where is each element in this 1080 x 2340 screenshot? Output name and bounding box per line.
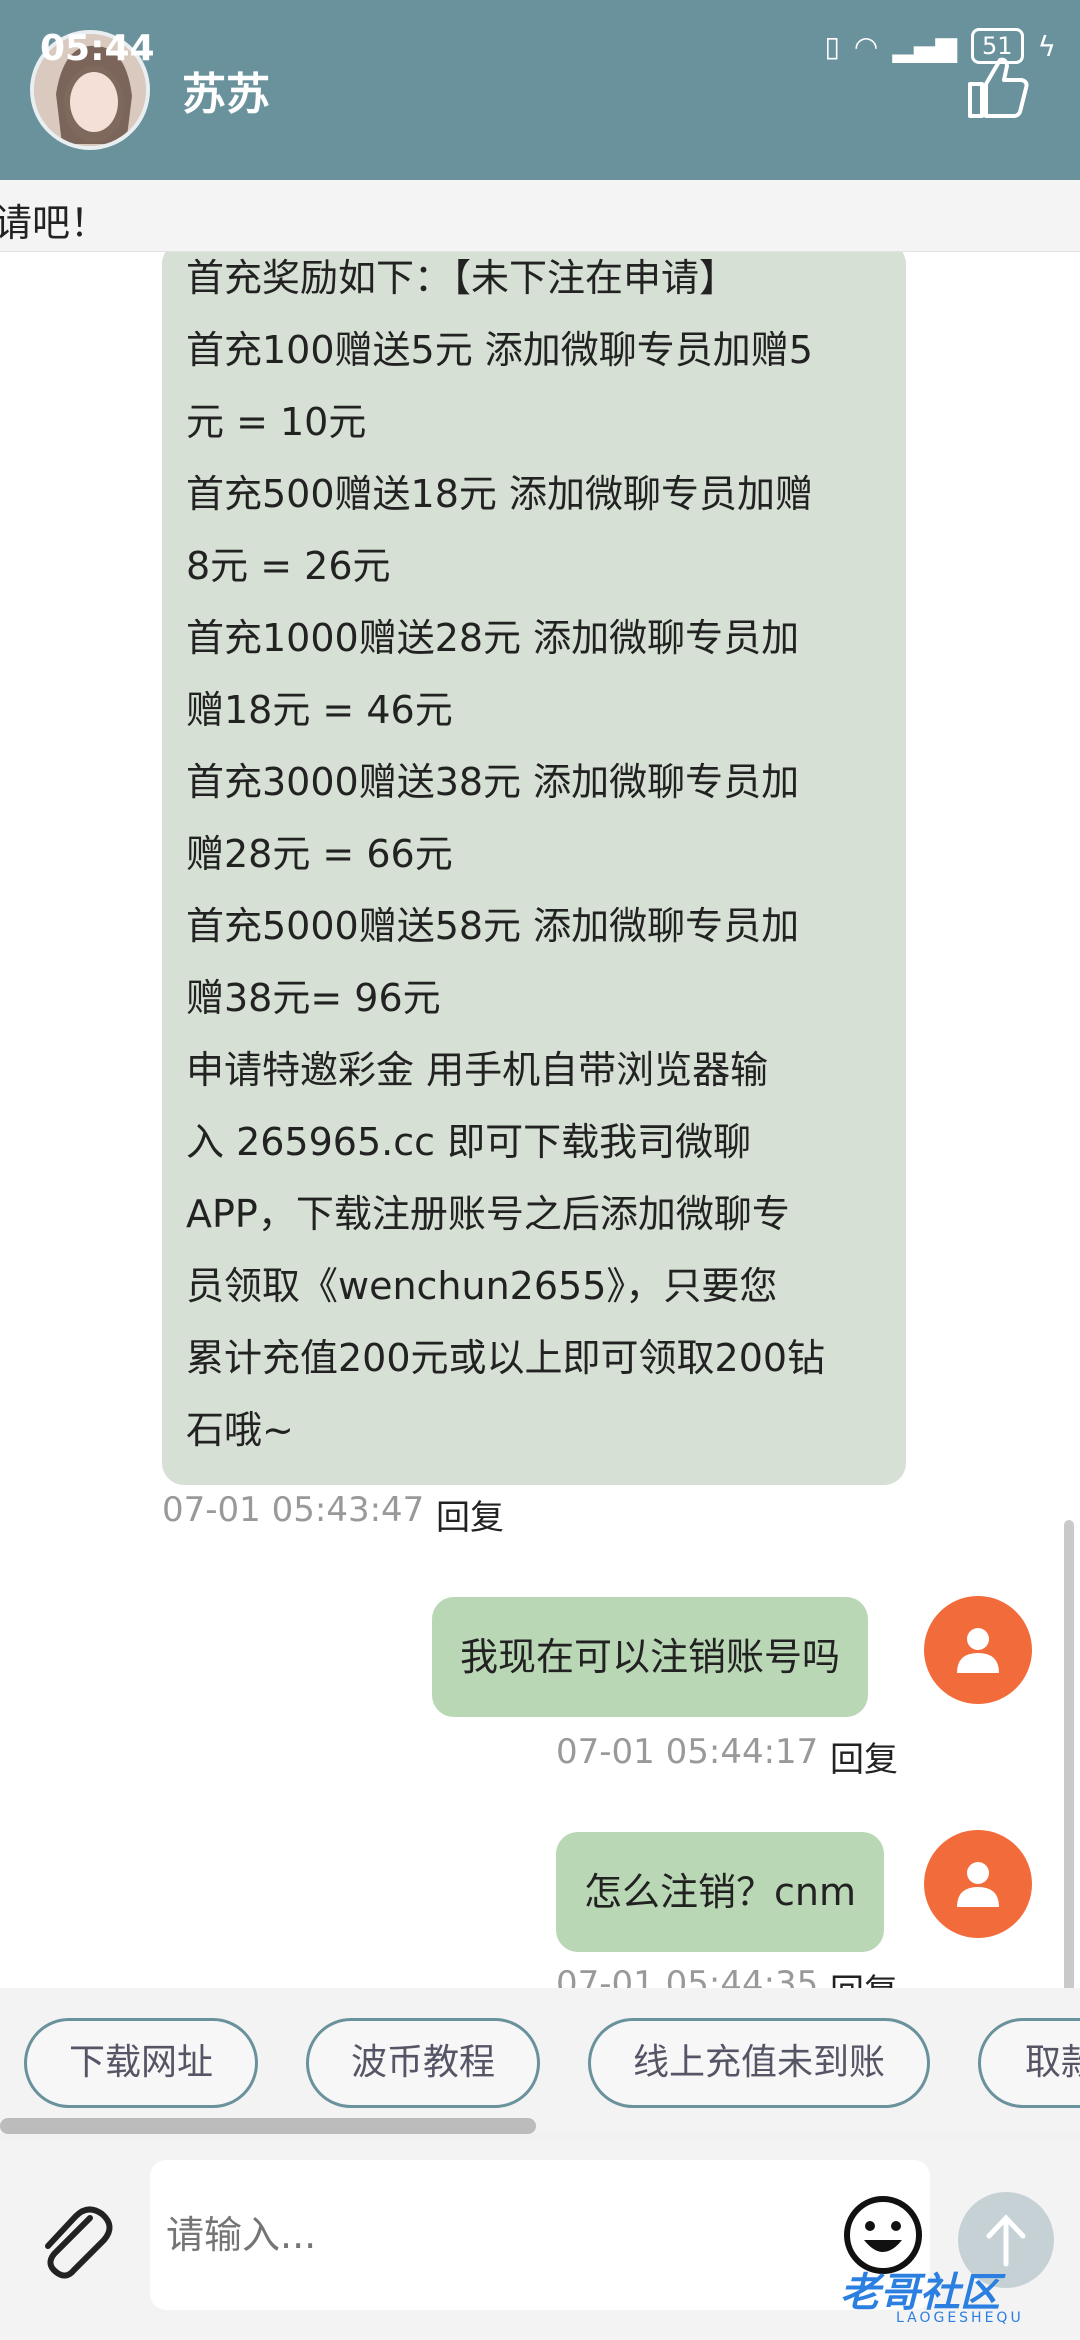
user-avatar[interactable] — [924, 1596, 1032, 1704]
message-line: 首充500赠送18元 添加微聊专员加赠 — [186, 472, 813, 516]
message-line: 首充3000赠送38元 添加微聊专员加 — [186, 760, 800, 804]
wifi-icon: ◠ — [853, 29, 879, 63]
outgoing-message-bubble: 我现在可以注销账号吗 — [432, 1597, 869, 1717]
message-line: 赠28元 = 66元 — [186, 832, 453, 876]
quick-reply-download-url[interactable]: 下载网址 — [24, 2018, 258, 2108]
message-line: 赠18元 = 46元 — [186, 688, 453, 732]
charging-icon: ϟ — [1037, 29, 1056, 63]
quick-reply-scrollbar[interactable] — [0, 2118, 536, 2134]
outgoing-message-time: 07-01 05:44:17 — [556, 1732, 819, 1772]
outgoing-message-bubble: 怎么注销？cnm — [556, 1832, 884, 1952]
notice-text: 请吧！ — [0, 201, 109, 245]
watermark-subtext: LAOGESHEQU — [896, 2310, 1024, 2326]
reply-button[interactable]: 回复 — [436, 1490, 504, 1539]
notice-strip: 请吧！ — [0, 180, 1080, 252]
quick-reply-withdraw[interactable]: 取款 — [978, 2018, 1080, 2108]
message-line: 入 265965.cc 即可下载我司微聊 — [186, 1120, 752, 1164]
chat-scrollbar[interactable] — [1064, 1520, 1074, 1988]
thumbs-up-icon[interactable] — [962, 52, 1032, 122]
reply-button[interactable]: 回复 — [830, 1732, 898, 1781]
message-line: 8元 = 26元 — [186, 544, 391, 588]
message-line: 首充100赠送5元 添加微聊专员加赠5 — [186, 328, 813, 372]
incoming-message-time: 07-01 05:43:47 — [162, 1490, 425, 1530]
person-icon — [957, 1628, 999, 1673]
message-line: 员领取《wenchun2655》，只要您 — [186, 1264, 778, 1308]
message-line: 元 = 10元 — [186, 400, 367, 444]
status-time: 05:44 — [40, 28, 155, 69]
message-line: 首充1000赠送28元 添加微聊专员加 — [186, 616, 800, 660]
message-line: 石哦~ — [186, 1408, 294, 1452]
message-input[interactable] — [150, 2160, 930, 2310]
chat-title: 苏苏 — [182, 69, 270, 120]
reply-button[interactable]: 回复 — [830, 1964, 898, 1988]
attachment-icon[interactable] — [32, 2200, 118, 2286]
quick-reply-coin-tutorial[interactable]: 波币教程 — [306, 2018, 540, 2108]
chat-area[interactable]: 首充奖励如下：【未下注在申请】 首充100赠送5元 添加微聊专员加赠5 元 = … — [0, 252, 1080, 1988]
message-line: 首充5000赠送58元 添加微聊专员加 — [186, 904, 800, 948]
user-avatar[interactable] — [924, 1830, 1032, 1938]
incoming-message-bubble: 首充奖励如下：【未下注在申请】 首充100赠送5元 添加微聊专员加赠5 元 = … — [162, 252, 906, 1485]
message-line: 首充奖励如下：【未下注在申请】 — [186, 256, 738, 300]
vibrate-icon: ▯ — [824, 29, 840, 63]
message-line: 赠38元= 96元 — [186, 976, 441, 1020]
message-line: APP，下载注册账号之后添加微聊专 — [186, 1192, 790, 1236]
person-icon — [957, 1862, 999, 1907]
message-line: 累计充值200元或以上即可领取200钻 — [186, 1336, 826, 1380]
quick-reply-bar: 下载网址 波币教程 线上充值未到账 取款 — [0, 1988, 1080, 2132]
header-bar: 05:44 ▯ ◠ ▂▄▆ 51 ϟ 苏苏 — [0, 0, 1080, 180]
message-line: 申请特邀彩金 用手机自带浏览器输 — [186, 1048, 769, 1092]
quick-reply-recharge-issue[interactable]: 线上充值未到账 — [588, 2018, 930, 2108]
outgoing-message-time: 07-01 05:44:35 — [556, 1964, 819, 1988]
signal-icon: ▂▄▆ — [892, 29, 957, 63]
